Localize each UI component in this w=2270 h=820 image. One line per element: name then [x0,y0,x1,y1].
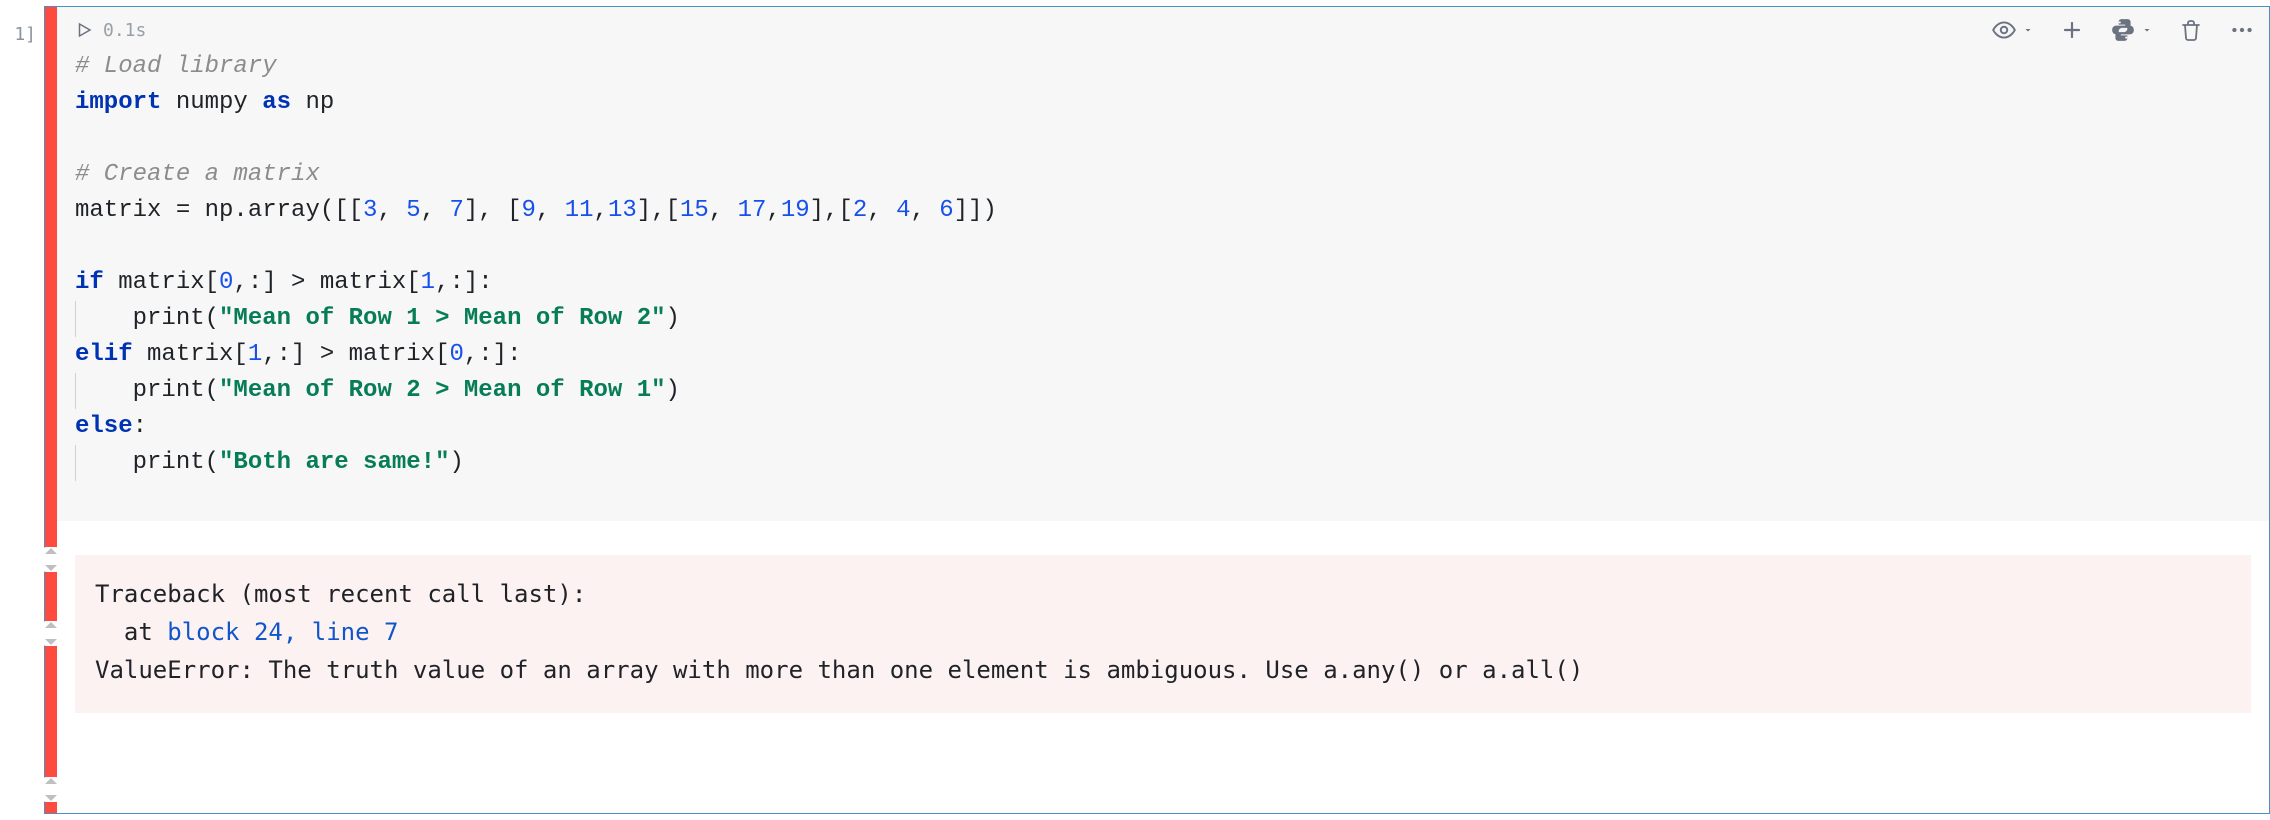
code-comment: # Create a matrix [75,161,320,188]
code-number: 1 [248,341,262,368]
python-icon [2110,17,2136,43]
chevron-down-icon [2141,24,2153,36]
traceback-location-link[interactable]: block 24, line 7 [167,618,398,646]
code-number: 0 [449,341,463,368]
run-row: 0.1s [75,17,2251,43]
code-comment: # Load library [75,53,277,80]
traceback-header: Traceback (most recent call last): [95,580,586,608]
code-text: ,:] > matrix[ [233,269,420,296]
code-keyword: elif [75,341,133,368]
output-separator [57,521,2269,555]
code-number: 19 [781,197,810,224]
code-cell[interactable]: 0.1s # Load library import numpy as np #… [44,6,2270,814]
cell-toolbar [1991,17,2255,43]
more-icon [2229,17,2255,43]
code-text: ( [205,377,219,404]
code-text: ) [666,377,680,404]
code-builtin: print [133,377,205,404]
code-builtin: print [133,305,205,332]
notebook-cell-region: 1] [0,0,2270,820]
code-text: ( [205,449,219,476]
code-number: 11 [565,197,594,224]
code-string: "Mean of Row 1 > Mean of Row 2" [219,305,665,332]
trash-icon [2179,18,2203,42]
cell-prompt-label: 1] [0,24,36,46]
code-text: ], [ [464,197,522,224]
code-text [75,449,133,476]
kernel-button[interactable] [2110,17,2153,43]
code-text: , [910,197,939,224]
code-text: , [421,197,450,224]
code-builtin: print [133,449,205,476]
code-text: ,:]: [435,269,493,296]
code-string: "Mean of Row 2 > Mean of Row 1" [219,377,665,404]
code-number: 1 [421,269,435,296]
run-cell-button[interactable] [75,21,93,39]
code-keyword: as [262,89,291,116]
traceback-error-message: : The truth value of an array with more … [240,656,1584,684]
code-text: ,:]: [464,341,522,368]
code-text: np [291,89,334,116]
cell-input-area[interactable]: 0.1s # Load library import numpy as np #… [57,7,2269,521]
fold-handle-icon[interactable] [43,777,59,802]
code-keyword: if [75,269,104,296]
code-number: 13 [608,197,637,224]
code-text: , [709,197,738,224]
code-number: 4 [896,197,910,224]
traceback-error-type: ValueError [95,656,240,684]
plus-icon [2060,18,2084,42]
code-keyword: import [75,89,161,116]
code-text [75,377,133,404]
code-text: , [766,197,780,224]
code-text: ],[ [810,197,853,224]
code-number: 17 [738,197,767,224]
code-text: numpy [161,89,262,116]
code-number: 6 [939,197,953,224]
delete-cell-button[interactable] [2179,18,2203,42]
code-number: 0 [219,269,233,296]
code-text: matrix[ [133,341,248,368]
cell-error-output: Traceback (most recent call last): at bl… [75,555,2251,713]
code-number: 15 [680,197,709,224]
code-number: 7 [449,197,463,224]
code-editor[interactable]: # Load library import numpy as np # Crea… [75,49,2251,481]
code-text: , [867,197,896,224]
chevron-down-icon [2022,24,2034,36]
code-number: 9 [522,197,536,224]
code-text: ) [666,305,680,332]
code-number: 2 [853,197,867,224]
code-text [75,305,133,332]
more-actions-button[interactable] [2229,17,2255,43]
code-keyword: else [75,413,133,440]
fold-handle-icon[interactable] [43,621,59,646]
code-text: , [536,197,565,224]
code-text: ]]) [954,197,997,224]
code-number: 5 [406,197,420,224]
cell-error-marker [45,7,57,813]
code-text: , [594,197,608,224]
visibility-button[interactable] [1991,17,2034,43]
code-string: "Both are same!" [219,449,449,476]
exec-time-label: 0.1s [103,20,146,41]
code-text: , [377,197,406,224]
traceback-at: at [95,618,167,646]
code-text: ],[ [637,197,680,224]
eye-icon [1991,17,2017,43]
code-text: ) [449,449,463,476]
code-text: ,:] > matrix[ [262,341,449,368]
code-text: : [133,413,147,440]
code-text: matrix[ [104,269,219,296]
add-cell-button[interactable] [2060,18,2084,42]
fold-handle-icon[interactable] [43,547,59,572]
code-text: ( [205,305,219,332]
code-number: 3 [363,197,377,224]
code-text: matrix = np.array([[ [75,197,363,224]
cell-body: 0.1s # Load library import numpy as np #… [57,7,2269,813]
